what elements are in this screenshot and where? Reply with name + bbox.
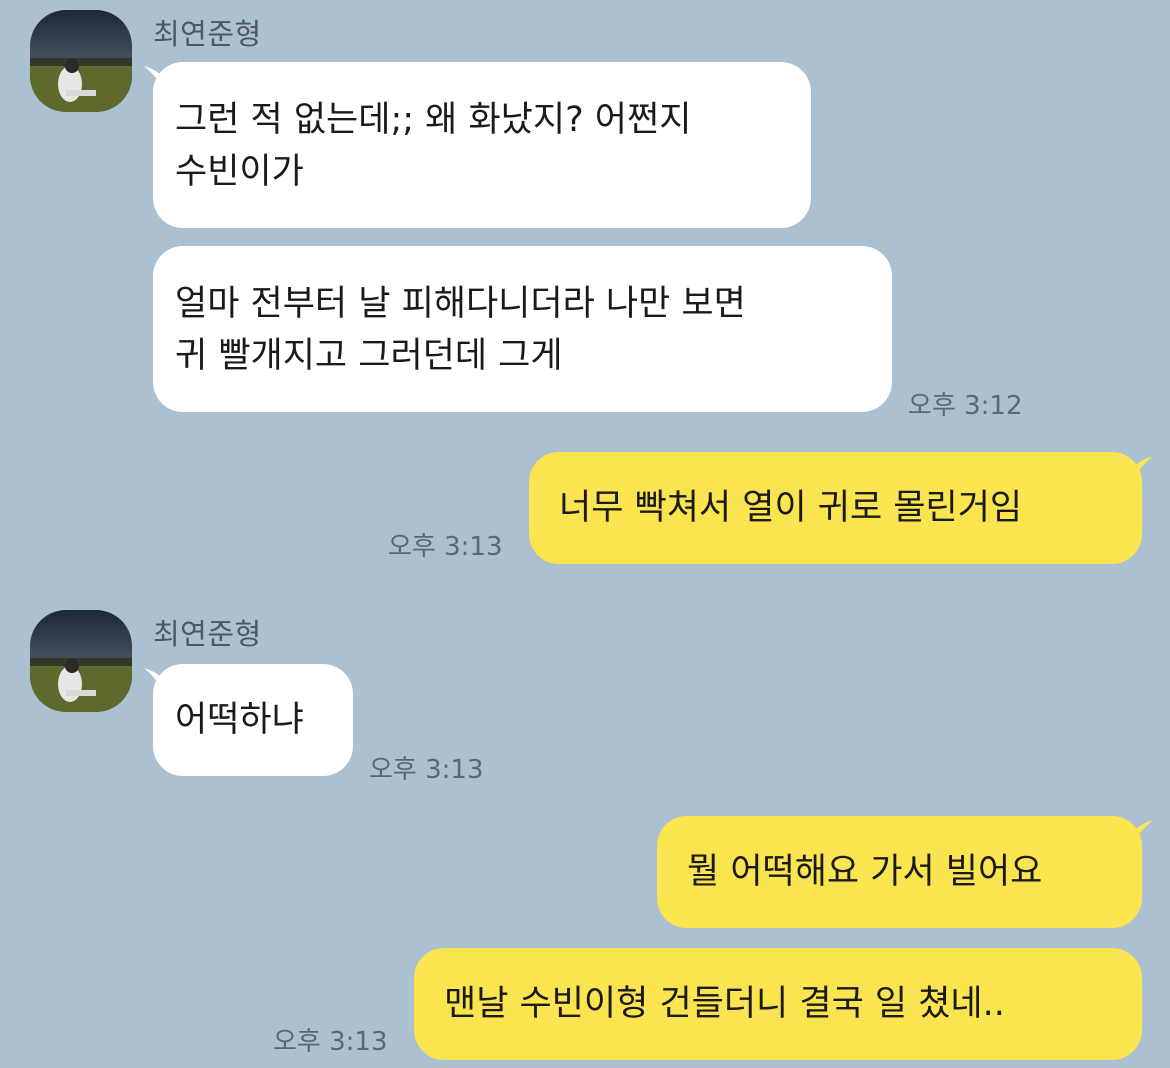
message-line: 맨날 수빈이형 건들더니 결국 일 쳤네.. <box>444 984 1005 1024</box>
message-bubble-incoming[interactable]: 어떡하냐 <box>153 664 353 776</box>
bubble-tail-outgoing <box>1131 820 1153 846</box>
message-line: 그런 적 없는데;; 왜 화났지? 어쩐지 <box>175 100 692 140</box>
message-bubble-incoming[interactable]: 얼마 전부터 날 피해다니더라 나만 보면 귀 빨개지고 그러던데 그게 <box>153 246 892 412</box>
message-bubble-outgoing[interactable]: 너무 빡쳐서 열이 귀로 몰린거임 <box>529 452 1142 564</box>
message-bubble-incoming[interactable]: 그런 적 없는데;; 왜 화났지? 어쩐지 수빈이가 <box>153 62 811 228</box>
message-timestamp: 오후 3:13 <box>369 755 484 785</box>
message-line: 너무 빡쳐서 열이 귀로 몰린거임 <box>559 488 1023 528</box>
message-timestamp: 오후 3:12 <box>908 391 1023 421</box>
sender-name: 최연준형 <box>153 17 262 51</box>
bubble-tail-incoming <box>144 66 166 92</box>
message-line: 어떡하냐 <box>175 700 304 740</box>
message-line: 뭘 어떡해요 가서 빌어요 <box>687 852 1043 892</box>
sender-name: 최연준형 <box>153 617 262 651</box>
message-line: 얼마 전부터 날 피해다니더라 나만 보면 <box>175 284 746 324</box>
message-timestamp: 오후 3:13 <box>388 532 503 562</box>
message-line: 귀 빨개지고 그러던데 그게 <box>175 336 563 376</box>
message-bubble-outgoing[interactable]: 맨날 수빈이형 건들더니 결국 일 쳤네.. <box>414 948 1142 1060</box>
message-line: 수빈이가 <box>175 152 304 192</box>
contact-avatar[interactable] <box>30 610 132 712</box>
bubble-tail-incoming <box>144 668 166 694</box>
bubble-tail-outgoing <box>1131 456 1153 482</box>
contact-avatar[interactable] <box>30 10 132 112</box>
message-bubble-outgoing[interactable]: 뭘 어떡해요 가서 빌어요 <box>657 816 1142 928</box>
message-timestamp: 오후 3:13 <box>273 1027 388 1057</box>
